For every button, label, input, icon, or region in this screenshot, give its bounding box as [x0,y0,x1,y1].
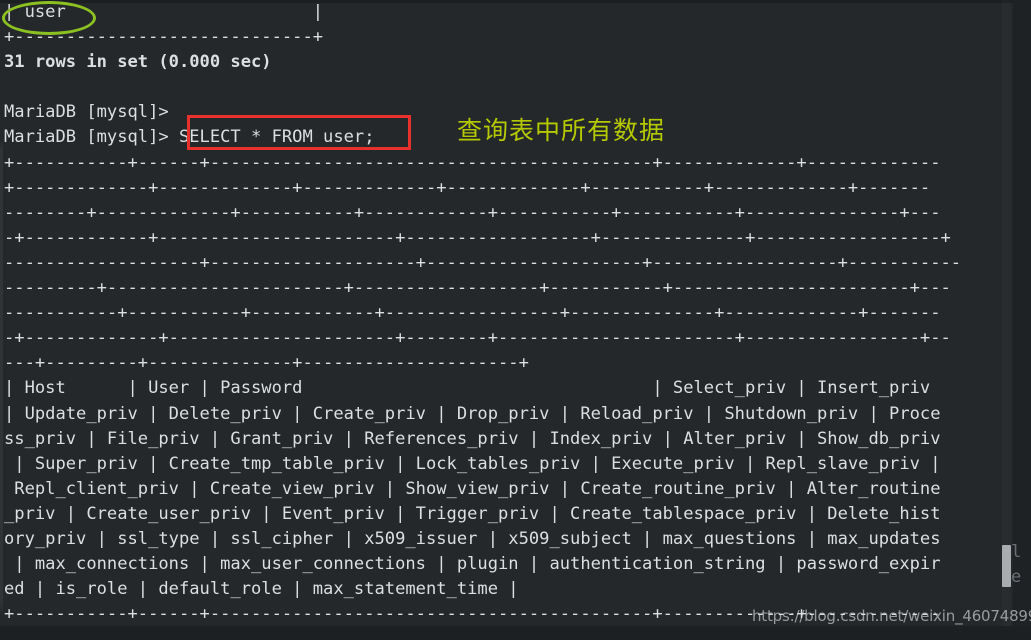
terminal-line: -+------------+-----------------------+-… [4,227,951,248]
terminal-line: | user | [4,2,324,22]
terminal-line: -------------------+--------------------… [4,252,962,273]
terminal-line: --------+-------------+-----------+-----… [4,202,941,223]
terminal-line: _priv | Create_user_priv | Event_priv | … [4,503,941,524]
terminal-line: +-----------------------------+ [4,27,324,48]
terminal-line: ---------+-----------------------+------… [4,278,951,299]
terminal-line: ory_priv | ssl_type | ssl_cipher | x509_… [4,528,941,549]
scrollbar-track[interactable] [1002,0,1011,640]
terminal-line: ---+---------+--------------+-----------… [4,353,529,374]
scrollbar-thumb[interactable] [1002,545,1011,587]
watermark-text: https://blog.csdn.net/weixin_46074899 [752,607,1031,625]
background-window-peek: l e [1011,542,1022,587]
terminal-output[interactable]: | user | +-----------------------------+ 3… [0,0,1031,640]
terminal-line: | Update_priv | Delete_priv | Create_pri… [4,403,941,424]
terminal-line: ed | is_role | default_role | max_statem… [4,579,519,600]
terminal-line: | Host | User | Password | Select_priv |… [4,378,931,399]
terminal-window: | user | +-----------------------------+ 3… [0,0,1031,640]
terminal-line: -----------+-----------+------------+---… [4,303,941,324]
terminal-line: +-----------+------+--------------------… [4,152,941,173]
terminal-line: | Super_priv | Create_tmp_table_priv | L… [4,453,941,474]
terminal-line: Repl_client_priv | Create_view_priv | Sh… [4,478,941,499]
terminal-line: +-------------+-------------+-----------… [4,177,931,198]
terminal-line: 31 rows in set (0.000 sec) [4,52,272,73]
window-bottom-edge [0,626,1031,640]
terminal-left-gutter [0,0,3,640]
chinese-annotation-text: 查询表中所有数据 [457,116,666,145]
terminal-line: | max_connections | max_user_connections… [4,554,941,575]
terminal-line: -+-------------+----------------------+-… [4,328,951,349]
terminal-line: ss_priv | File_priv | Grant_priv | Refer… [4,428,941,449]
